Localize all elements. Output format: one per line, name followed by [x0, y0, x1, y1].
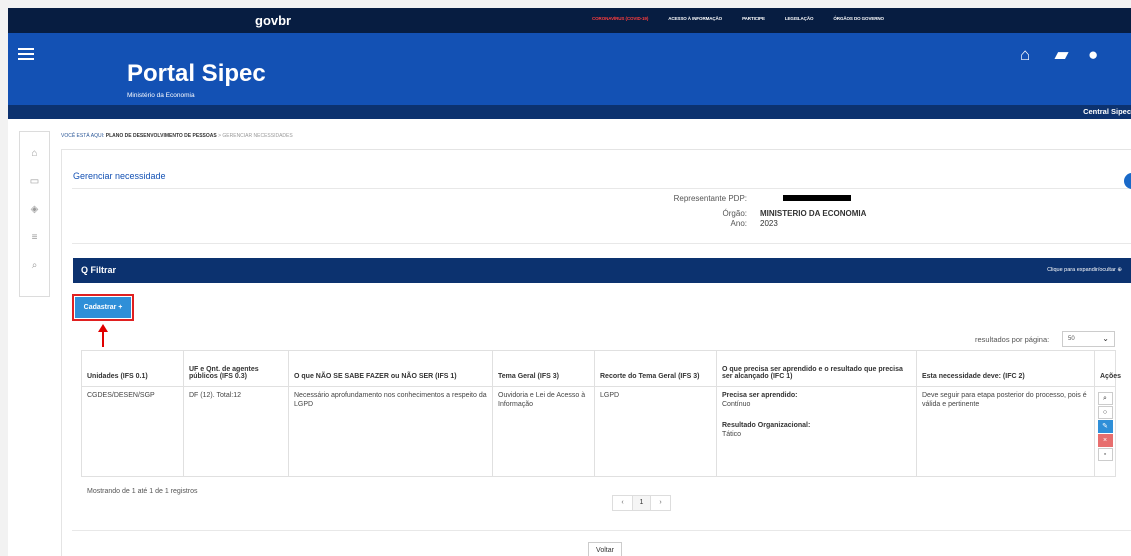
portal-title[interactable]: Portal Sipec — [127, 60, 266, 88]
col-header-deve[interactable]: Esta necessidade deve: (IFC 2) — [916, 350, 1095, 387]
aprender-label: Precisa ser aprendido: — [722, 392, 798, 399]
edit-pencil-icon[interactable]: ✎ — [1097, 420, 1113, 433]
col-header-recorte[interactable]: Recorte do Tema Geral (IFS 3) — [594, 350, 717, 387]
portal-subtitle: Ministério da Economia — [127, 92, 195, 99]
results-per-page-label: resultados por página: — [975, 335, 1050, 344]
chevron-down-icon: ⌄ — [1102, 334, 1109, 343]
gov-topbar: govbr CORONAVÍRUS (COVID-19) ACESSO À IN… — [8, 8, 1131, 33]
col-header-tema[interactable]: Tema Geral (IFS 3) — [492, 350, 595, 387]
col-header-unidades[interactable]: Unidades (IFS 0.1) — [81, 350, 184, 387]
divider — [72, 530, 1131, 531]
sidenav-home-icon[interactable]: ⌂ — [20, 148, 49, 159]
cell-recorte: LGPD — [594, 386, 717, 477]
breadcrumb-current: GERENCIAR NECESSIDADES — [222, 133, 293, 139]
sub-header-bar: Central Sipec — [8, 105, 1131, 119]
orgao-label: Órgão: — [722, 209, 747, 218]
results-per-page-select[interactable]: 50 ⌄ — [1062, 331, 1115, 347]
sidenav-search-icon[interactable]: ⌕ — [20, 260, 49, 271]
page-title: Gerenciar necessidade — [73, 171, 166, 181]
col-header-aprender[interactable]: O que precisa ser aprendido e o resultad… — [716, 350, 917, 387]
comment-icon[interactable]: ▫ — [1097, 448, 1113, 461]
main-content: Gerenciar necessidade Representante PDP:… — [61, 149, 1131, 556]
col-header-nao-sabe[interactable]: O que NÃO SE SABE FAZER ou NÃO SER (IFS … — [288, 350, 493, 387]
cell-deve: Deve seguir para etapa posterior do proc… — [916, 386, 1095, 477]
orgao-value: MINISTERIO DA ECONOMIA — [760, 209, 867, 218]
representante-redacted — [783, 195, 851, 201]
govbr-logo[interactable]: govbr — [255, 13, 291, 28]
col-header-acoes: Ações — [1094, 350, 1121, 387]
sidenav-tag-icon[interactable]: ◈ — [20, 204, 49, 215]
cell-tema: Ouvidoria e Lei de Acesso à Informação — [492, 386, 595, 477]
delete-x-icon[interactable]: × — [1097, 434, 1113, 447]
view-search-icon[interactable]: ⌕ — [1097, 392, 1113, 405]
top-link-orgaos[interactable]: ÓRGÃOS DO GOVERNO — [833, 16, 884, 21]
cell-acoes: ⌕ ○ ✎ × ▫ — [1094, 386, 1116, 477]
pagination-page-1[interactable]: 1 — [632, 496, 651, 510]
browser-viewport: govbr CORONAVÍRUS (COVID-19) ACESSO À IN… — [8, 8, 1131, 556]
representante-label: Representante PDP: — [673, 194, 747, 203]
divider — [72, 243, 1131, 244]
cell-aprender: Precisa ser aprendido: Contínuo Resultad… — [716, 386, 917, 477]
top-link-acesso[interactable]: ACESSO À INFORMAÇÃO — [668, 16, 722, 21]
records-info: Mostrando de 1 até 1 de 1 registros — [87, 488, 198, 495]
table-header-row: Unidades (IFS 0.1) UF e Qnt. de agentes … — [81, 350, 1121, 387]
aprender-value: Contínuo — [722, 401, 751, 408]
resultado-value: Tático — [722, 431, 742, 438]
breadcrumb-prefix: VOCÊ ESTÁ AQUI: — [61, 133, 105, 139]
sidenav-list-icon[interactable]: ≡ — [20, 232, 49, 243]
cell-unidade: CGDES/DESEN/SGP — [81, 386, 184, 477]
cadastrar-button[interactable]: Cadastrar + — [72, 294, 134, 321]
book-icon[interactable]: ▰ — [1055, 45, 1068, 65]
top-link-participe[interactable]: PARTICIPE — [742, 16, 765, 21]
history-icon[interactable]: ○ — [1097, 406, 1113, 419]
pagination-next[interactable]: › — [651, 496, 670, 510]
breadcrumb: VOCÊ ESTÁ AQUI: PLANO DE DESENVOLVIMENTO… — [61, 133, 293, 139]
sidenav-book-icon[interactable]: ▭ — [20, 176, 49, 187]
central-sipec-link[interactable]: Central Sipec — [1083, 107, 1131, 116]
home-icon[interactable]: ⌂ — [1020, 45, 1030, 65]
pagination: ‹ 1 › — [612, 495, 671, 511]
resultado-label: Resultado Organizacional: — [722, 422, 811, 429]
results-per-page-value: 50 — [1068, 336, 1075, 342]
filter-toggle-link[interactable]: Clique para expandir/ocultar ⊕ — [1047, 267, 1122, 273]
col-header-uf[interactable]: UF e Qnt. de agentes públicos (IFS 0.3) — [183, 350, 289, 387]
red-arrow-annotation — [102, 331, 104, 347]
cell-nao-sabe: Necessário aprofundamento nos conhecimen… — [288, 386, 493, 477]
cell-uf: DF (12). Total:12 — [183, 386, 289, 477]
side-nav: ⌂ ▭ ◈ ≡ ⌕ — [19, 131, 50, 297]
filter-title: Q Filtrar — [81, 265, 117, 275]
ano-value: 2023 — [760, 219, 778, 228]
pagination-prev[interactable]: ‹ — [613, 496, 632, 510]
breadcrumb-item-pdp[interactable]: PLANO DE DESENVOLVIMENTO DE PESSOAS — [106, 133, 217, 139]
user-icon[interactable]: ● — [1088, 45, 1098, 65]
voltar-button[interactable]: Voltar — [588, 542, 622, 556]
gov-top-links: CORONAVÍRUS (COVID-19) ACESSO À INFORMAÇ… — [592, 16, 884, 21]
hamburger-menu-icon[interactable] — [18, 48, 34, 63]
table-row: CGDES/DESEN/SGP DF (12). Total:12 Necess… — [81, 386, 1116, 477]
ano-label: Ano: — [730, 219, 747, 228]
necessidades-table: Unidades (IFS 0.1) UF e Qnt. de agentes … — [81, 350, 1121, 477]
divider — [72, 188, 1131, 189]
top-link-covid[interactable]: CORONAVÍRUS (COVID-19) — [592, 16, 648, 21]
portal-header: Portal Sipec Ministério da Economia ⌂ ▰ … — [8, 33, 1131, 105]
top-link-legislacao[interactable]: LEGISLAÇÃO — [785, 16, 814, 21]
filter-panel-header[interactable]: Q Filtrar Clique para expandir/ocultar ⊕ — [73, 258, 1131, 283]
floating-help-button[interactable] — [1124, 173, 1131, 189]
